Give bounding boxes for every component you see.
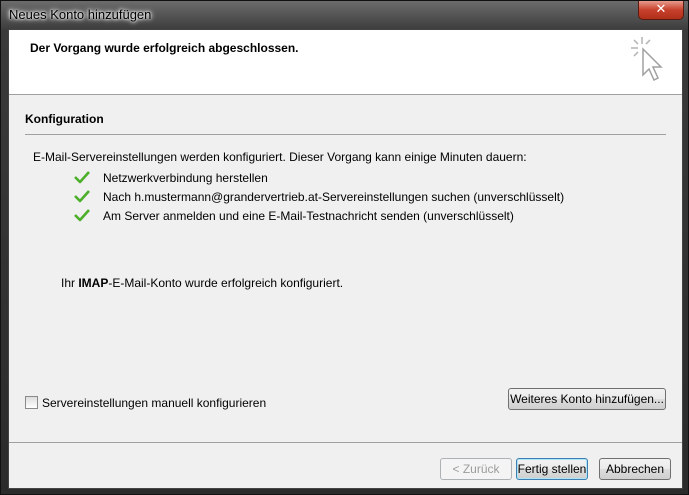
header-banner: Der Vorgang wurde erfolgreich abgeschlos… (9, 30, 682, 95)
header-message: Der Vorgang wurde erfolgreich abgeschlos… (30, 41, 299, 55)
result-prefix: Ihr (61, 276, 79, 290)
back-button[interactable]: < Zurück (440, 458, 512, 480)
check-icon (74, 190, 90, 203)
manual-config-checkbox[interactable] (25, 396, 38, 409)
footer-divider (9, 442, 682, 443)
section-title: Konfiguration (25, 112, 104, 126)
close-icon: ✕ (655, 2, 667, 17)
section-divider (25, 134, 666, 135)
check-icon (74, 171, 90, 184)
step-label: Netzwerkverbindung herstellen (103, 171, 268, 185)
manual-config-label[interactable]: Servereinstellungen manuell konfiguriere… (42, 396, 266, 410)
check-icon (74, 209, 90, 222)
result-account-type: IMAP (78, 276, 109, 290)
dialog-content: Der Vorgang wurde erfolgreich abgeschlos… (8, 29, 683, 489)
window-title: Neues Konto hinzufügen (9, 7, 152, 22)
cursor-sparkle-icon (631, 37, 663, 82)
finish-button[interactable]: Fertig stellen (516, 458, 588, 480)
step-label: Nach h.mustermann@grandervertrieb.at-Ser… (103, 190, 565, 204)
result-suffix: -E-Mail-Konto wurde erfolgreich konfigur… (108, 276, 344, 290)
cancel-button[interactable]: Abbrechen (599, 458, 671, 480)
description-text: E-Mail-Servereinstellungen werden konfig… (33, 150, 527, 164)
title-bar[interactable]: Neues Konto hinzufügen ✕ (1, 1, 689, 29)
result-message: Ihr IMAP-E-Mail-Konto wurde erfolgreich … (61, 276, 343, 290)
close-button[interactable]: ✕ (638, 1, 684, 20)
step-label: Am Server anmelden und eine E-Mail-Testn… (103, 209, 514, 223)
dialog-window: Neues Konto hinzufügen ✕ Der Vorgang wur… (0, 0, 689, 495)
add-another-account-button[interactable]: Weiteres Konto hinzufügen... (508, 388, 666, 410)
